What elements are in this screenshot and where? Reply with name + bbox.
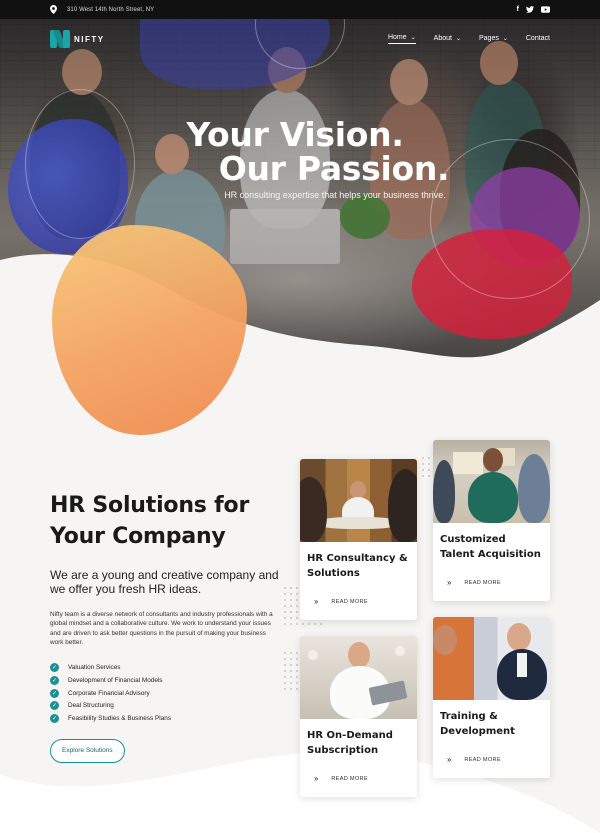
main-nav: NIFTY Home ⌄ About ⌄ Pages ⌄ Contact <box>0 19 600 59</box>
youtube-icon[interactable] <box>541 6 550 13</box>
chevron-down-icon: ⌄ <box>455 35 461 42</box>
list-item-label: Deal Structuring <box>68 702 114 710</box>
check-icon: ✓ <box>50 701 59 711</box>
read-more-label: READ MORE <box>464 756 501 763</box>
double-chevron-right-icon: ›› <box>447 755 451 764</box>
check-icon: ✓ <box>50 688 59 698</box>
logo-mark-icon <box>50 30 70 48</box>
read-more-link[interactable]: ›› READ MORE <box>433 578 515 587</box>
nav-item-label: Contact <box>525 34 550 42</box>
list-item-label: Feasibility Studies & Business Plans <box>68 714 172 722</box>
card-image <box>433 440 550 523</box>
explore-solutions-button[interactable]: Explore Solutions <box>50 738 125 763</box>
service-card-talent-acquisition[interactable]: Customized Talent Acquisition ›› READ MOR… <box>433 440 550 601</box>
card-image <box>300 459 417 542</box>
read-more-link[interactable]: ›› READ MORE <box>300 597 382 606</box>
logo-text: NIFTY <box>74 34 105 44</box>
list-item: ✓ Feasibility Studies & Business Plans <box>50 712 280 725</box>
card-title: Training & Development <box>440 711 515 737</box>
read-more-link[interactable]: ›› READ MORE <box>433 755 515 764</box>
nav-item-label: Home <box>387 34 407 41</box>
hero-headline: Your Vision. Our Passion. HR consulting … <box>0 115 600 201</box>
intro-heading-line2: Your Company <box>50 524 226 549</box>
list-item-label: Valuation Services <box>68 664 121 672</box>
check-icon: ✓ <box>50 713 59 723</box>
twitter-icon[interactable] <box>526 6 534 13</box>
logo[interactable]: NIFTY <box>50 30 105 48</box>
chevron-down-icon: ⌄ <box>410 35 416 41</box>
list-item-label: Corporate Financial Advisory <box>68 689 150 697</box>
list-item: ✓ Deal Structuring <box>50 699 280 712</box>
service-card-hr-consultancy[interactable]: HR Consultancy & Solutions ›› READ MORE <box>300 459 417 620</box>
double-chevron-right-icon: ›› <box>447 578 451 587</box>
nav-item-contact[interactable]: Contact <box>526 34 550 44</box>
read-more-label: READ MORE <box>331 775 368 782</box>
read-more-label: READ MORE <box>464 579 501 586</box>
nav-item-pages[interactable]: Pages ⌄ <box>479 34 508 44</box>
intro-heading: HR Solutions for Your Company <box>50 490 280 552</box>
address-text: 310 West 14th North Street, NY <box>67 6 155 13</box>
chevron-down-icon: ⌄ <box>502 35 508 42</box>
hero-subtitle: HR consulting expertise that helps your … <box>224 190 446 200</box>
list-item: ✓ Corporate Financial Advisory <box>50 687 280 700</box>
nav-item-about[interactable]: About ⌄ <box>434 34 461 44</box>
service-card-on-demand[interactable]: HR On-Demand Subscription ›› READ MORE <box>300 636 417 797</box>
double-chevron-right-icon: ›› <box>314 597 318 606</box>
list-item-label: Development of Financial Models <box>68 677 163 685</box>
card-image <box>300 636 417 719</box>
hero-title-line1: Your Vision. <box>186 115 404 154</box>
read-more-label: READ MORE <box>331 598 368 605</box>
hero-title-line2: Our Passion. <box>218 149 450 188</box>
card-image <box>433 617 550 700</box>
check-icon: ✓ <box>50 676 59 686</box>
intro-section: HR Solutions for Your Company We are a y… <box>50 490 280 763</box>
intro-lead: We are a young and creative company and … <box>50 568 279 596</box>
services-checklist: ✓ Valuation Services ✓ Development of Fina… <box>50 662 280 725</box>
card-title: HR On-Demand Subscription <box>307 730 393 756</box>
card-title: HR Consultancy & Solutions <box>307 553 408 579</box>
nav-item-label: Pages <box>478 34 499 42</box>
facebook-icon[interactable]: f <box>517 6 519 13</box>
map-pin-icon <box>50 5 57 14</box>
nav-item-label: About <box>433 34 452 42</box>
top-bar: 310 West 14th North Street, NY f <box>0 0 600 19</box>
service-card-training[interactable]: Training & Development ›› READ MORE <box>433 617 550 778</box>
read-more-link[interactable]: ›› READ MORE <box>300 774 382 783</box>
double-chevron-right-icon: ›› <box>314 774 318 783</box>
list-item: ✓ Valuation Services <box>50 662 280 675</box>
intro-description: Nifty team is a diverse network of consu… <box>50 611 273 647</box>
check-icon: ✓ <box>50 663 59 673</box>
nav-menu: Home ⌄ About ⌄ Pages ⌄ Contact <box>387 34 550 44</box>
page: 310 West 14th North Street, NY f NIFTY H… <box>0 0 600 833</box>
nav-item-home[interactable]: Home ⌄ <box>387 34 416 44</box>
list-item: ✓ Development of Financial Models <box>50 674 280 687</box>
intro-heading-line1: HR Solutions for <box>50 493 250 518</box>
social-links: f <box>517 6 550 13</box>
card-title: Customized Talent Acquisition <box>440 534 541 560</box>
